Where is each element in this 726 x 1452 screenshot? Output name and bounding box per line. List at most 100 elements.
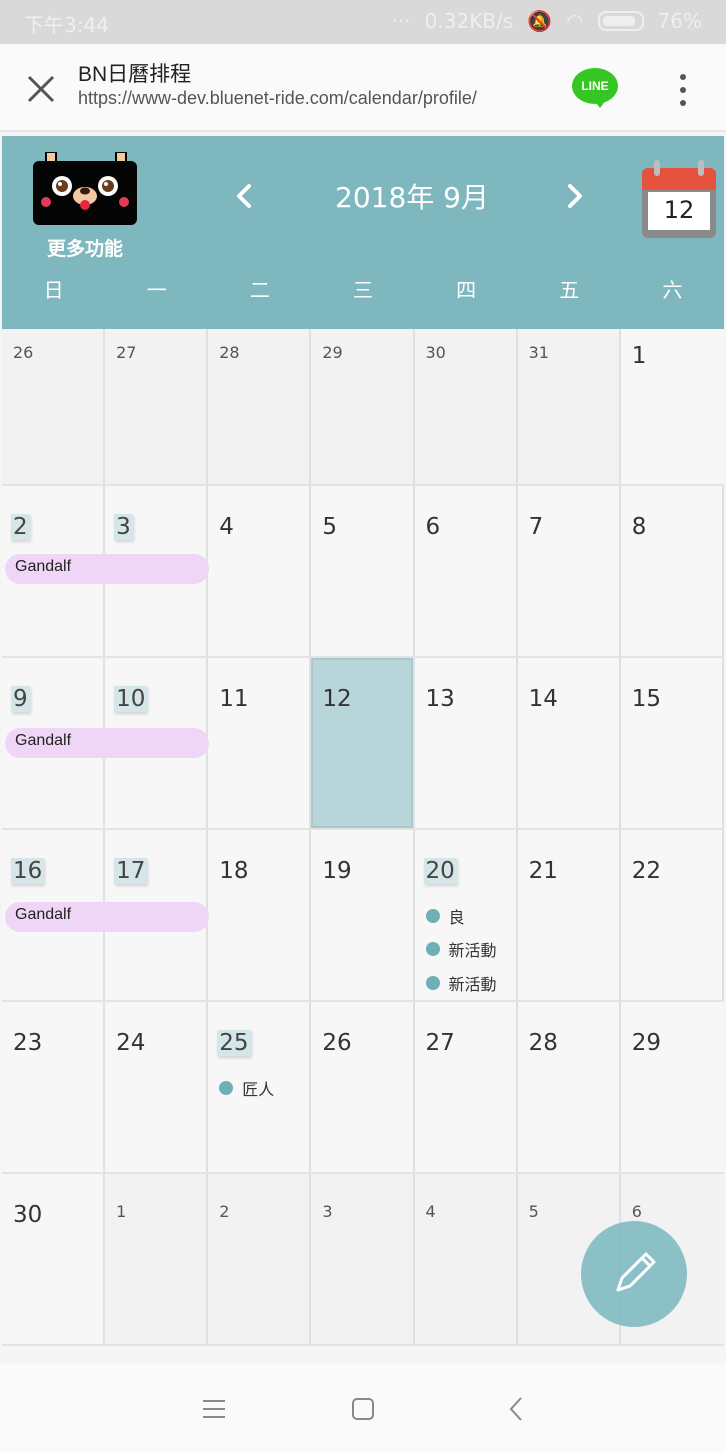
day-cell[interactable]: 13 bbox=[414, 658, 518, 828]
next-month-button[interactable] bbox=[555, 176, 595, 216]
day-number: 4 bbox=[425, 1202, 436, 1221]
page-title: BN日曆排程 bbox=[78, 63, 192, 86]
day-cell[interactable]: 7 bbox=[517, 486, 621, 656]
day-cell[interactable]: 29 bbox=[311, 329, 415, 484]
day-cell[interactable]: 22 bbox=[620, 830, 724, 1000]
day-cell[interactable]: 1 bbox=[620, 329, 724, 484]
day-number: 20 bbox=[423, 858, 457, 884]
event-item[interactable]: 良 bbox=[425, 904, 465, 928]
event-dot-icon bbox=[425, 976, 440, 990]
day-cell[interactable]: 4 bbox=[414, 1174, 518, 1344]
day-cell[interactable]: 8 bbox=[620, 486, 724, 656]
day-number: 2 bbox=[11, 514, 30, 540]
calendar-week: 16 17 18 19 20 良 新活動 新活動 21 22 Gandalf bbox=[2, 830, 724, 1002]
day-cell[interactable]: 18 bbox=[208, 830, 312, 1000]
close-icon bbox=[27, 75, 55, 103]
day-cell[interactable]: 14 bbox=[517, 658, 621, 828]
day-number: 13 bbox=[425, 686, 455, 712]
event-item[interactable]: 匠人 bbox=[219, 1076, 274, 1100]
day-number: 29 bbox=[322, 343, 343, 362]
close-button[interactable] bbox=[18, 66, 64, 112]
dots-icon: ··· bbox=[391, 9, 411, 33]
event-dot-icon bbox=[219, 1081, 234, 1095]
event-title: 良 bbox=[448, 908, 465, 927]
pencil-icon bbox=[616, 1252, 656, 1292]
day-number: 31 bbox=[528, 343, 549, 362]
day-cell[interactable]: 25 匠人 bbox=[208, 1002, 312, 1172]
day-cell[interactable]: 19 bbox=[311, 830, 415, 1000]
day-number: 30 bbox=[13, 1202, 43, 1228]
line-share-button[interactable]: LINE bbox=[572, 68, 618, 110]
more-features-button[interactable]: 更多功能 bbox=[30, 148, 142, 260]
day-cell[interactable]: 28 bbox=[517, 1002, 621, 1172]
day-cell[interactable]: 30 bbox=[2, 1174, 106, 1344]
weekday-header: 日 一 二 三 四 五 六 bbox=[2, 274, 724, 314]
day-cell[interactable]: 23 bbox=[2, 1002, 106, 1172]
day-cell[interactable]: 24 bbox=[105, 1002, 209, 1172]
day-cell[interactable]: 15 bbox=[620, 658, 724, 828]
day-number: 10 bbox=[114, 686, 148, 712]
day-cell[interactable]: 20 良 新活動 新活動 bbox=[414, 830, 518, 1000]
day-number: 27 bbox=[425, 1030, 455, 1056]
event-item[interactable]: 新活動 bbox=[425, 971, 497, 995]
day-cell[interactable]: 31 bbox=[517, 329, 621, 484]
calendar-week: 26 27 28 29 30 31 1 bbox=[2, 329, 724, 486]
day-number: 12 bbox=[322, 686, 352, 712]
home-button[interactable] bbox=[348, 1394, 378, 1424]
more-options-button[interactable] bbox=[664, 70, 702, 110]
status-right: ··· 0.32KB/s 🔕 ◠ 76% bbox=[392, 9, 702, 33]
more-features-label: 更多功能 bbox=[46, 238, 123, 260]
event-bar[interactable]: Gandalf bbox=[5, 728, 209, 758]
net-speed: 0.32KB/s bbox=[424, 9, 514, 33]
day-number: 4 bbox=[219, 514, 234, 540]
day-cell[interactable]: 4 bbox=[208, 486, 312, 656]
event-item[interactable]: 新活動 bbox=[425, 937, 497, 961]
status-bar: 下午3:44 ··· 0.32KB/s 🔕 ◠ 76% bbox=[0, 0, 726, 44]
weekday-wed: 三 bbox=[352, 278, 373, 302]
day-cell[interactable]: 28 bbox=[208, 329, 312, 484]
month-title: 2018年 9月 bbox=[335, 181, 489, 214]
back-button[interactable] bbox=[501, 1394, 531, 1424]
day-cell[interactable]: 1 bbox=[105, 1174, 209, 1344]
day-cell[interactable]: 5 bbox=[311, 486, 415, 656]
prev-month-button[interactable] bbox=[224, 176, 264, 216]
event-dot-icon bbox=[425, 942, 440, 956]
day-number: 9 bbox=[11, 686, 30, 712]
system-nav-bar bbox=[0, 1364, 726, 1452]
day-number: 28 bbox=[219, 343, 240, 362]
menu-button[interactable] bbox=[199, 1394, 229, 1424]
day-cell[interactable]: 6 bbox=[414, 486, 518, 656]
chevron-right-icon bbox=[568, 184, 582, 208]
event-bar[interactable]: Gandalf bbox=[5, 554, 209, 584]
line-label: LINE bbox=[581, 79, 609, 93]
day-cell[interactable]: 27 bbox=[105, 329, 209, 484]
day-number: 3 bbox=[114, 514, 133, 540]
add-event-fab[interactable] bbox=[581, 1221, 687, 1327]
day-cell[interactable]: 2 bbox=[208, 1174, 312, 1344]
today-button[interactable]: 12 bbox=[640, 160, 718, 240]
day-cell[interactable]: 21 bbox=[517, 830, 621, 1000]
day-number: 7 bbox=[528, 514, 544, 540]
day-cell-today[interactable]: 12 bbox=[311, 658, 415, 828]
day-number: 5 bbox=[322, 514, 338, 540]
day-cell[interactable]: 30 bbox=[414, 329, 518, 484]
day-cell[interactable]: 11 bbox=[208, 658, 312, 828]
day-cell[interactable]: 26 bbox=[2, 329, 106, 484]
page-url[interactable]: https://www-dev.bluenet-ride.com/calenda… bbox=[78, 88, 477, 109]
day-cell[interactable]: 3 bbox=[311, 1174, 415, 1344]
day-cell[interactable]: 27 bbox=[414, 1002, 518, 1172]
day-cell[interactable]: 26 bbox=[311, 1002, 415, 1172]
day-number: 18 bbox=[219, 858, 249, 884]
event-title: 新活動 bbox=[448, 975, 497, 994]
day-cell[interactable]: 29 bbox=[620, 1002, 724, 1172]
day-number: 25 bbox=[217, 1030, 251, 1056]
home-square-icon bbox=[352, 1398, 374, 1420]
mute-icon: 🔕 bbox=[527, 9, 553, 33]
event-title: 匠人 bbox=[242, 1080, 275, 1099]
more-dot-icon bbox=[680, 100, 686, 106]
day-number: 1 bbox=[631, 343, 647, 369]
status-time: 下午3:44 bbox=[24, 13, 109, 37]
event-title: 新活動 bbox=[448, 941, 497, 960]
calendar-grid: 26 27 28 29 30 31 1 2 3 4 5 6 7 8 Gandal… bbox=[2, 329, 724, 1346]
event-bar[interactable]: Gandalf bbox=[5, 902, 209, 932]
